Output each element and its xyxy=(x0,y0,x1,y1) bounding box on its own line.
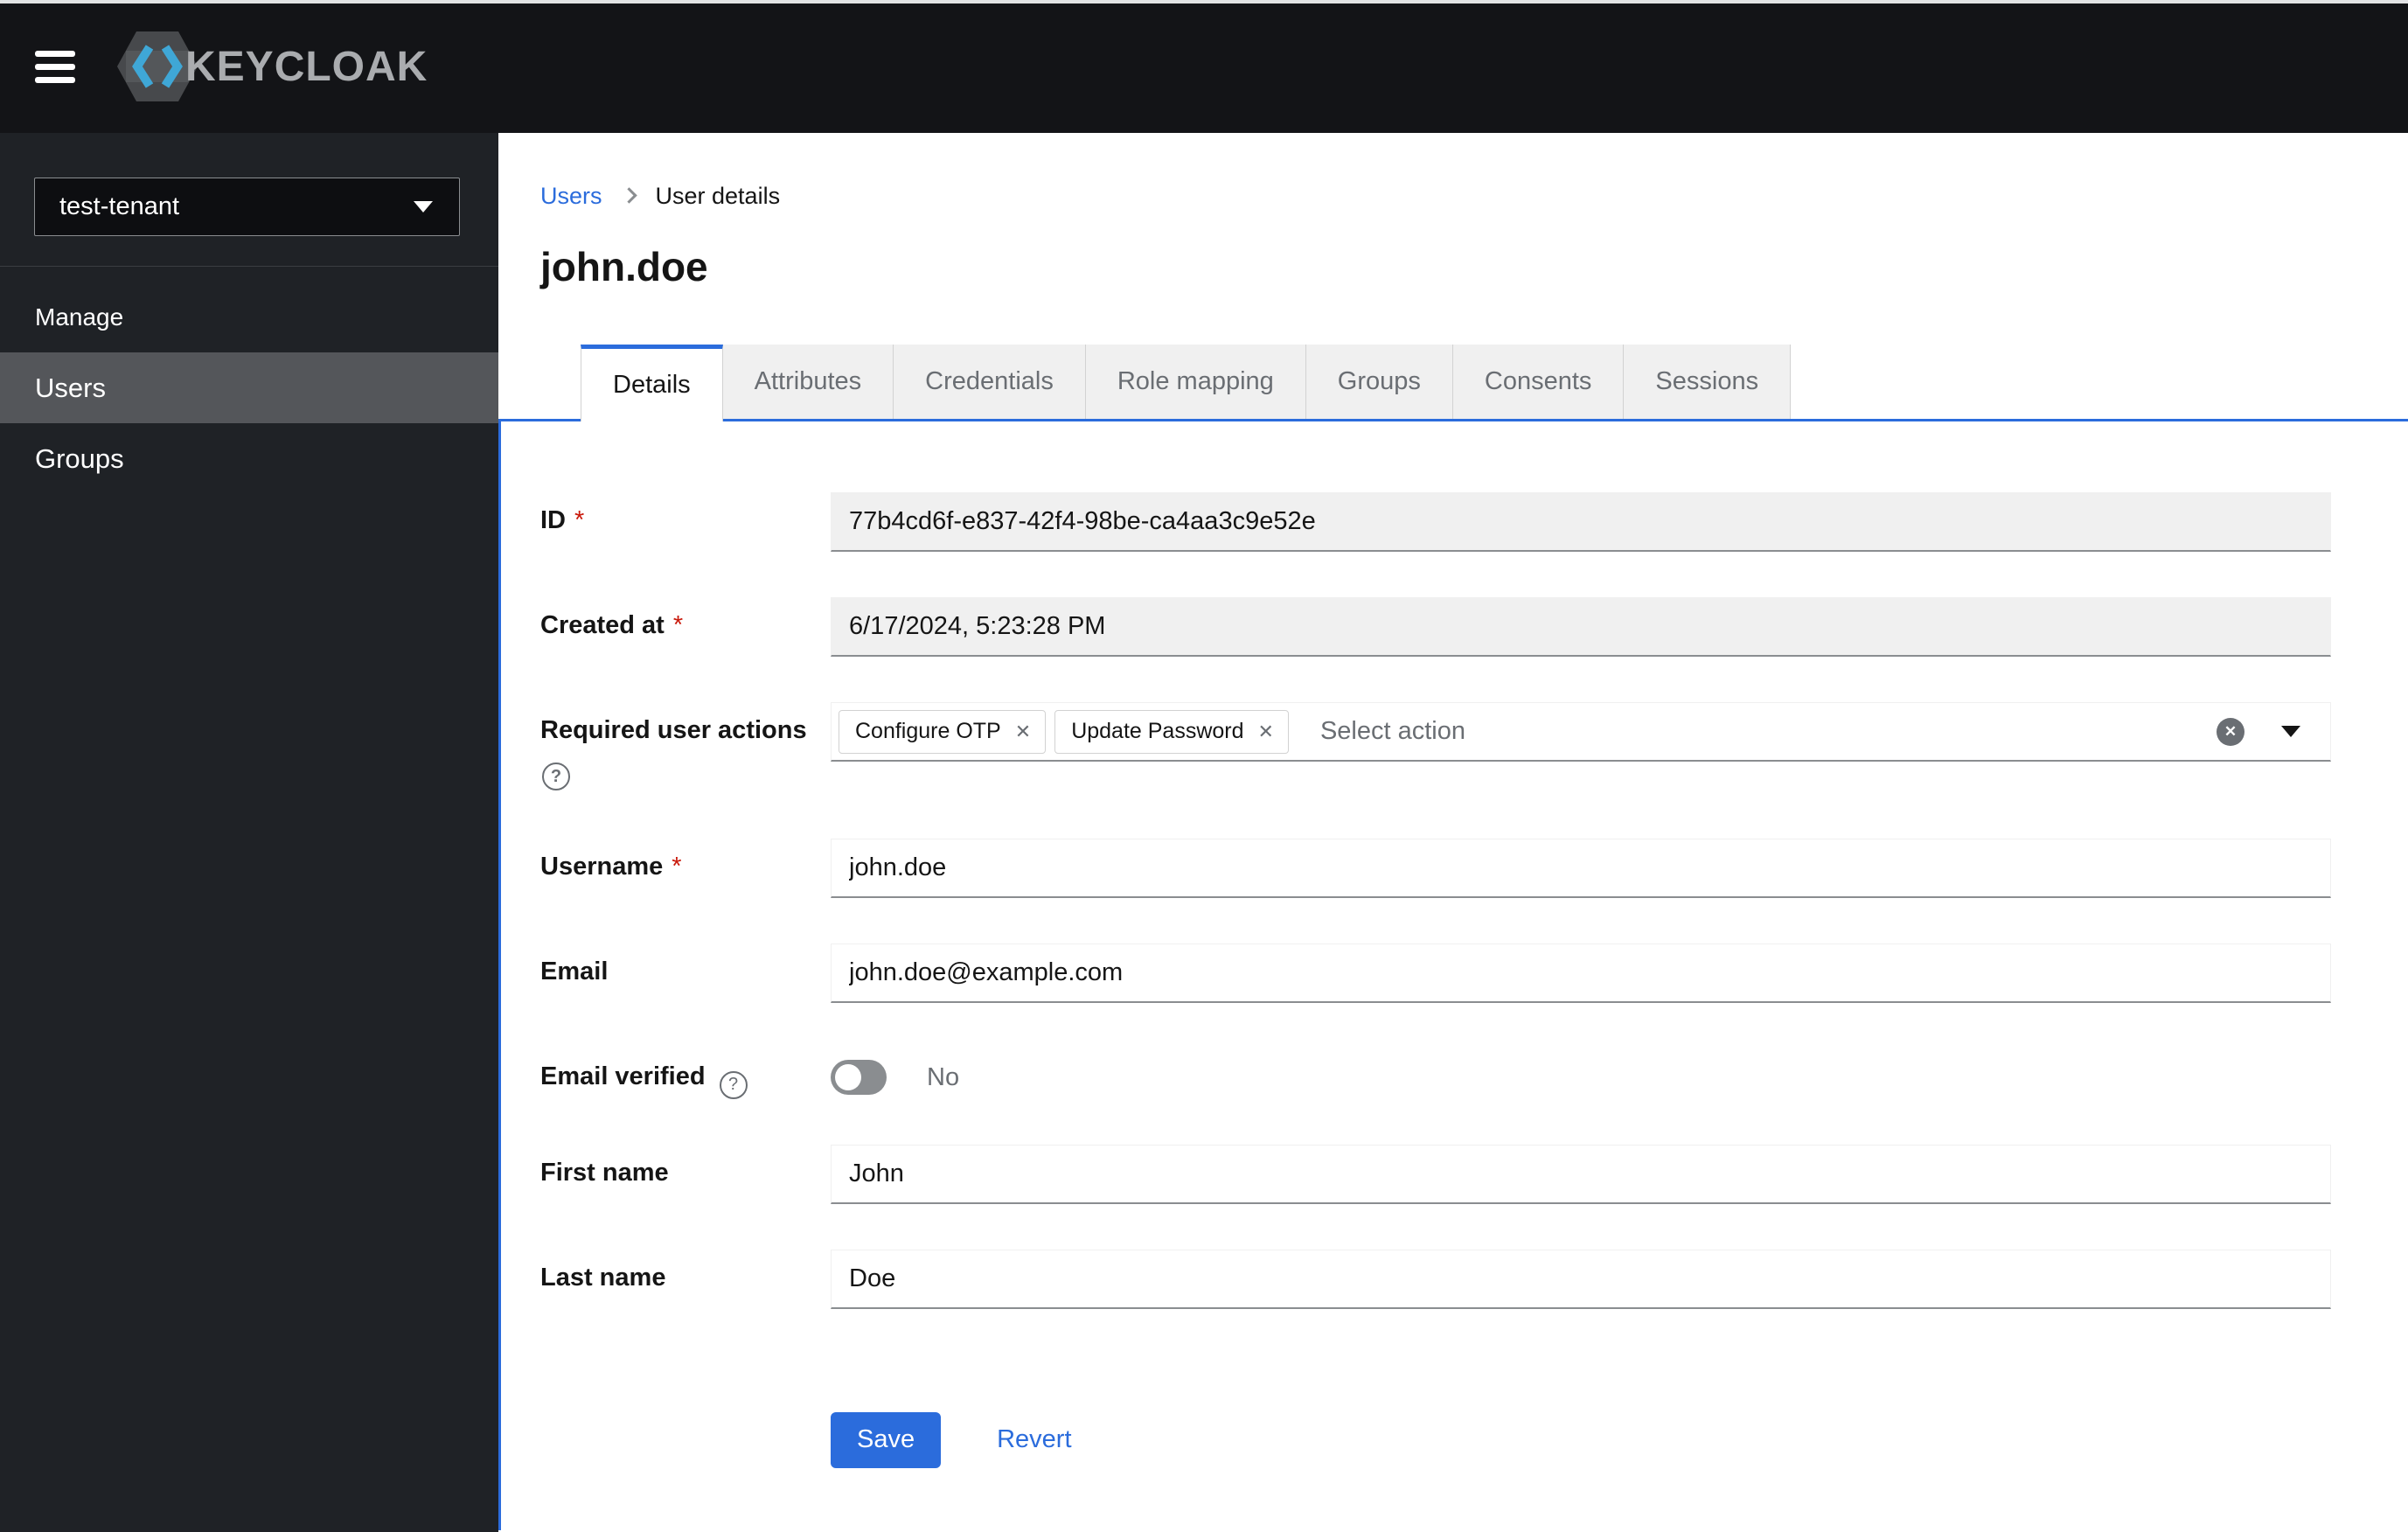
multiselect-placeholder: Select action xyxy=(1319,717,1465,745)
toggle-knob xyxy=(835,1064,861,1090)
required-indicator: * xyxy=(672,611,684,639)
created-at-label: Created at * xyxy=(540,611,684,639)
email-field[interactable] xyxy=(831,944,2331,1003)
email-label: Email xyxy=(540,958,609,985)
required-user-actions-multiselect[interactable]: Configure OTP ✕ Update Password ✕ Select… xyxy=(831,702,2331,762)
id-field xyxy=(831,492,2331,552)
breadcrumb-current: User details xyxy=(655,183,781,209)
save-button[interactable]: Save xyxy=(831,1411,942,1468)
user-details-form: ID* Created at* Required user actions ? xyxy=(498,419,2408,1530)
help-icon[interactable]: ? xyxy=(719,1070,748,1099)
created-at-field xyxy=(831,597,2331,657)
nav-group-label: Manage xyxy=(35,303,124,331)
breadcrumb-link-users[interactable]: Users xyxy=(540,183,602,210)
main-content: Users User details john.doe Details Attr… xyxy=(498,133,2408,1532)
tab-consents[interactable]: Consents xyxy=(1452,345,1625,419)
sidebar-item-users[interactable]: Users xyxy=(0,352,498,423)
username-field[interactable] xyxy=(831,839,2331,898)
email-verified-label: Email verified? xyxy=(540,1048,831,1099)
breadcrumb-separator-icon xyxy=(620,186,637,204)
required-user-actions-label: Required user actions ? xyxy=(540,702,831,790)
form-row-email-verified: Email verified? No xyxy=(540,1048,2331,1099)
app-header: KEYCLOAK xyxy=(0,0,2408,133)
hamburger-bar xyxy=(35,63,75,70)
sidebar-nav: Users Groups xyxy=(0,352,498,494)
first-name-label: First name xyxy=(540,1158,669,1187)
realm-selector-value: test-tenant xyxy=(59,192,180,220)
last-name-field[interactable] xyxy=(831,1249,2331,1309)
realm-selector-section: test-tenant xyxy=(0,133,498,267)
tab-sessions[interactable]: Sessions xyxy=(1624,345,1792,419)
form-row-first-name: First name xyxy=(540,1144,2331,1204)
keycloak-logo: KEYCLOAK xyxy=(114,28,428,105)
revert-button[interactable]: Revert xyxy=(997,1425,1071,1454)
form-actions: Save Revert xyxy=(831,1411,2331,1468)
form-row-username: Username * xyxy=(540,839,2331,898)
hamburger-bar xyxy=(35,76,75,83)
sidebar-item-label: Groups xyxy=(35,442,124,474)
form-row-required-user-actions: Required user actions ? Configure OTP ✕ … xyxy=(540,702,2331,793)
email-verified-state: No xyxy=(927,1062,960,1091)
breadcrumb: Users User details xyxy=(540,183,2408,210)
tab-groups[interactable]: Groups xyxy=(1305,345,1453,419)
realm-selector[interactable]: test-tenant xyxy=(34,178,460,236)
form-row-last-name: Last name xyxy=(540,1249,2331,1309)
last-name-label: Last name xyxy=(540,1263,666,1292)
page-title: john.doe xyxy=(540,244,708,289)
hamburger-bar xyxy=(35,50,75,57)
form-row-created-at: Created at * xyxy=(540,597,2331,657)
tab-attributes[interactable]: Attributes xyxy=(722,345,894,419)
email-verified-toggle[interactable] xyxy=(831,1060,887,1095)
required-indicator: * xyxy=(574,506,585,534)
window-top-edge xyxy=(0,0,2408,3)
username-label: Username * xyxy=(540,853,682,881)
form-row-email: Email xyxy=(540,944,2331,1003)
tab-details[interactable]: Details xyxy=(581,345,723,421)
brand-text: KEYCLOAK xyxy=(185,43,428,90)
tab-bar: Details Attributes Credentials Role mapp… xyxy=(581,345,2408,421)
first-name-field[interactable] xyxy=(831,1144,2331,1204)
sidebar-item-groups[interactable]: Groups xyxy=(0,423,498,494)
chip-configure-otp: Configure OTP ✕ xyxy=(839,709,1047,754)
chip-remove-icon[interactable]: ✕ xyxy=(1258,721,1274,742)
chevron-down-icon xyxy=(414,201,433,212)
id-label: ID * xyxy=(540,506,585,534)
chip-update-password: Update Password ✕ xyxy=(1054,709,1289,754)
hamburger-menu-button[interactable] xyxy=(35,50,75,83)
help-icon[interactable]: ? xyxy=(542,763,570,790)
tab-credentials[interactable]: Credentials xyxy=(894,345,1086,419)
dropdown-caret-icon[interactable] xyxy=(2281,726,2300,737)
sidebar-item-label: Users xyxy=(35,372,106,403)
chip-remove-icon[interactable]: ✕ xyxy=(1015,721,1031,742)
sidebar: test-tenant Manage Users Groups xyxy=(0,133,498,1532)
tab-role-mapping[interactable]: Role mapping xyxy=(1085,345,1306,419)
form-row-id: ID * xyxy=(540,492,2331,552)
clear-all-icon[interactable]: ✕ xyxy=(2217,717,2244,746)
required-indicator: * xyxy=(672,853,682,881)
